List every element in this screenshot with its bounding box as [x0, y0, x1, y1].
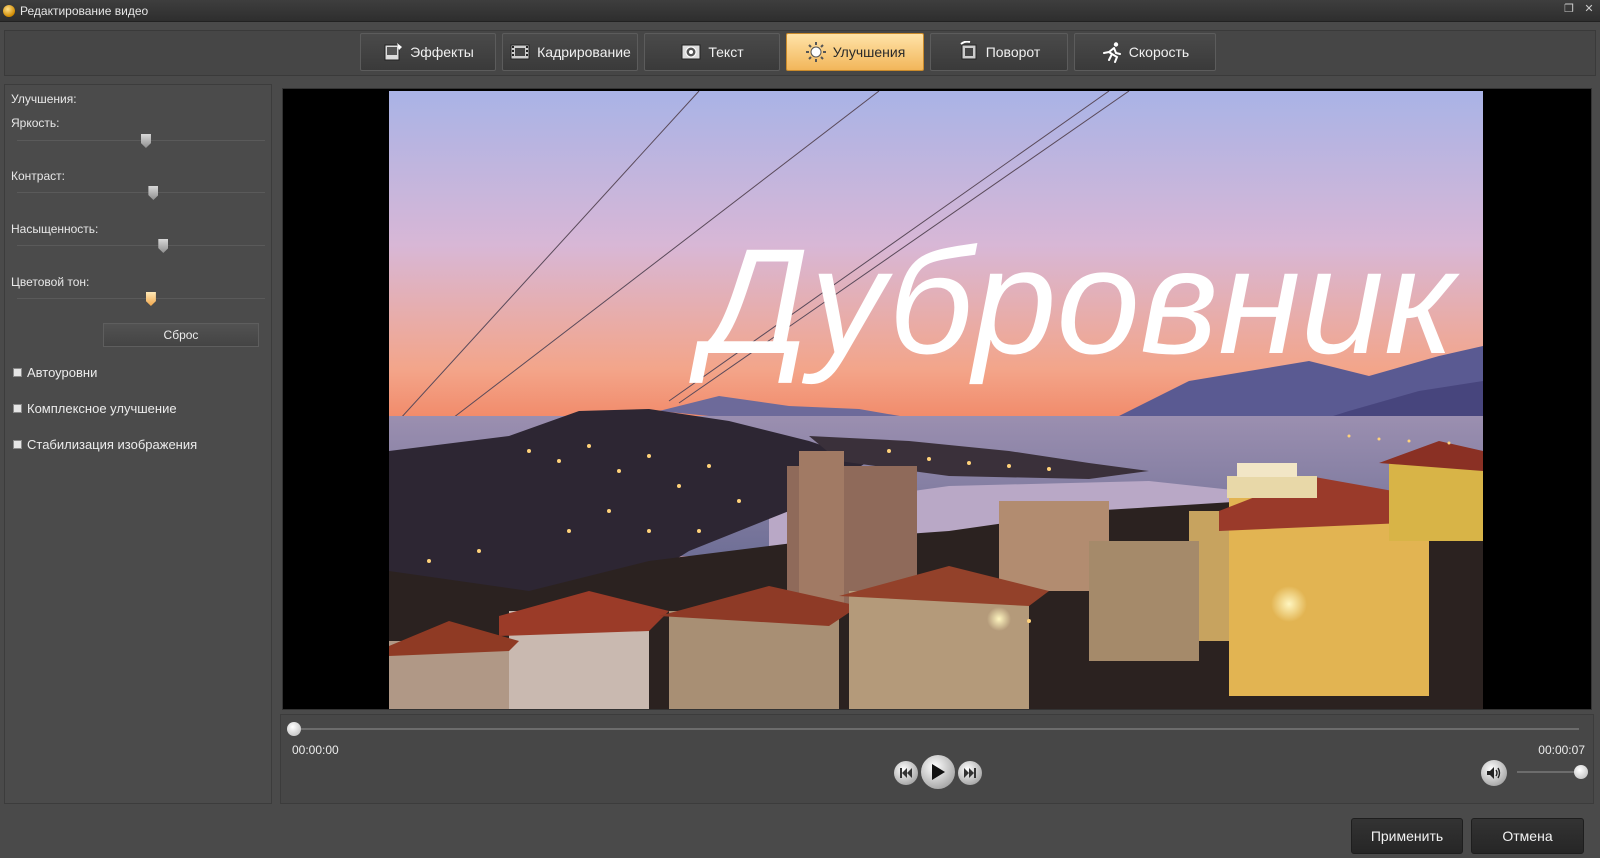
- current-time: 00:00:00: [292, 743, 339, 757]
- panel-heading: Улучшения:: [11, 92, 77, 106]
- tab-enhancements[interactable]: Улучшения: [786, 33, 924, 71]
- tab-crop[interactable]: Кадрирование: [502, 33, 638, 71]
- text-icon: [680, 41, 702, 63]
- title-bar: Редактирование видео ❐ ✕: [0, 0, 1600, 22]
- play-button[interactable]: [921, 755, 955, 789]
- restore-icon[interactable]: ❐: [1562, 2, 1576, 16]
- sun-icon: [805, 41, 827, 63]
- skip-back-icon: [900, 768, 912, 778]
- contrast-label: Контраст:: [11, 169, 65, 183]
- speaker-icon: [1487, 767, 1501, 779]
- tab-label: Улучшения: [832, 44, 906, 60]
- overlay-title-text: Дубровник: [689, 217, 1460, 385]
- tab-label: Эффекты: [410, 44, 474, 60]
- tab-text[interactable]: Текст: [644, 33, 780, 71]
- saturation-label: Насыщенность:: [11, 222, 99, 236]
- tab-label: Поворот: [985, 44, 1041, 60]
- slider-handle[interactable]: [145, 292, 156, 306]
- play-icon: [932, 764, 945, 780]
- checkbox-label: Стабилизация изображения: [27, 437, 198, 452]
- volume-slider[interactable]: [1517, 765, 1588, 779]
- hue-slider[interactable]: [17, 292, 265, 306]
- slider-handle[interactable]: [158, 239, 169, 253]
- app-logo-icon: [3, 4, 15, 17]
- tab-rotate[interactable]: Поворот: [930, 33, 1068, 71]
- timeline-handle[interactable]: [287, 722, 301, 736]
- crop-film-icon: [509, 41, 531, 63]
- slider-handle[interactable]: [140, 134, 151, 148]
- close-icon[interactable]: ✕: [1582, 2, 1596, 16]
- stabilization-checkbox-row[interactable]: Стабилизация изображения: [13, 437, 197, 452]
- video-preview: Дубровник: [282, 88, 1592, 710]
- tab-label: Кадрирование: [537, 44, 631, 60]
- autolevels-checkbox-row[interactable]: Автоуровни: [13, 365, 97, 380]
- volume-button[interactable]: [1481, 760, 1507, 786]
- apply-button[interactable]: Применить: [1351, 818, 1463, 854]
- enhancement-panel: Улучшения: Яркость: Контраст: Насыщеннос…: [4, 84, 272, 804]
- previous-button[interactable]: [894, 761, 918, 785]
- slider-handle[interactable]: [148, 186, 159, 200]
- tab-label: Скорость: [1128, 44, 1190, 60]
- checkbox-label: Комплексное улучшение: [27, 401, 177, 416]
- contrast-slider[interactable]: [17, 186, 265, 200]
- preview-image: Дубровник: [389, 91, 1483, 709]
- complex-enhance-checkbox-row[interactable]: Комплексное улучшение: [13, 401, 177, 416]
- runner-icon: [1101, 41, 1123, 63]
- hue-label: Цветовой тон:: [11, 275, 90, 289]
- stabilization-checkbox[interactable]: [13, 440, 22, 449]
- saturation-slider[interactable]: [17, 239, 265, 253]
- timeline-slider[interactable]: [287, 722, 1579, 736]
- dubrovnik-scene: Дубровник: [389, 91, 1483, 709]
- player-controls: 00:00:00 00:00:07: [280, 714, 1594, 804]
- brightness-slider[interactable]: [17, 134, 265, 148]
- tab-bar: Эффекты Кадрирование Текст Улучшения Пов…: [360, 33, 1216, 71]
- window-title: Редактирование видео: [20, 3, 149, 18]
- tab-label: Текст: [708, 44, 744, 60]
- volume-handle[interactable]: [1574, 765, 1588, 779]
- complex-enhance-checkbox[interactable]: [13, 404, 22, 413]
- autolevels-checkbox[interactable]: [13, 368, 22, 377]
- tab-effects[interactable]: Эффекты: [360, 33, 496, 71]
- cancel-button[interactable]: Отмена: [1471, 818, 1584, 854]
- checkbox-label: Автоуровни: [27, 365, 98, 380]
- reset-button[interactable]: Сброс: [103, 323, 259, 347]
- brightness-label: Яркость:: [11, 116, 60, 130]
- skip-forward-icon: [964, 768, 976, 778]
- rotate-icon: [958, 41, 980, 63]
- total-time: 00:00:07: [1538, 743, 1585, 757]
- next-button[interactable]: [958, 761, 982, 785]
- tab-speed[interactable]: Скорость: [1074, 33, 1216, 71]
- effects-icon: [382, 41, 404, 63]
